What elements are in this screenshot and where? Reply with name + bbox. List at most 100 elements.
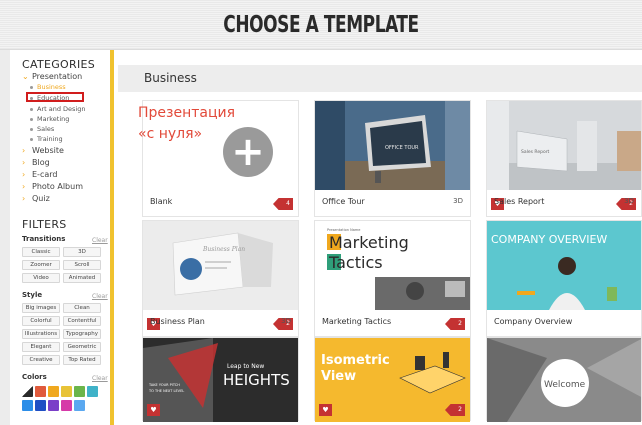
categories-title: CATEGORIES <box>22 58 96 71</box>
template-name: Sales Report <box>494 197 545 206</box>
chip-top-rated[interactable]: Top Rated <box>63 355 101 365</box>
template-card-marketing-tactics[interactable]: Presentation Name Marketing Tactics 2 Ma… <box>314 220 471 337</box>
color-swatch[interactable] <box>87 386 98 397</box>
company-overview-caption: COMPANY OVERVIEW <box>491 233 607 246</box>
plus-icon: + <box>223 127 273 177</box>
category-label: Presentation <box>32 72 83 81</box>
template-card-sales-report[interactable]: Sales Report ♥ 2 Sales Report 3D <box>486 100 642 217</box>
bullet-icon <box>30 137 33 141</box>
chip-typography[interactable]: Typography <box>63 329 101 339</box>
mt-line-2: Tactics <box>328 253 383 272</box>
template-mode: 3D <box>281 317 291 325</box>
category-ecard[interactable]: › E-card <box>22 170 57 179</box>
template-mode: 3D <box>453 197 463 205</box>
style-label: Style <box>22 291 43 299</box>
chip-geometric[interactable]: Geometric <box>63 342 101 352</box>
page-title: CHOOSE A TEMPLATE <box>223 12 419 38</box>
color-swatch[interactable] <box>22 400 33 411</box>
bullet-icon <box>30 107 33 111</box>
template-thumbnail: Welcome <box>487 338 641 422</box>
template-thumbnail: OFFICE TOUR <box>315 101 470 190</box>
slides-badge: 2 <box>445 318 465 330</box>
color-swatch[interactable] <box>74 386 85 397</box>
office-tour-caption: OFFICE TOUR <box>385 145 419 151</box>
subcategory-business[interactable]: Business <box>30 83 66 91</box>
chip-clean[interactable]: Clean <box>63 303 101 313</box>
color-swatch[interactable] <box>35 386 46 397</box>
category-photo-album[interactable]: › Photo Album <box>22 182 83 191</box>
color-swatch[interactable] <box>35 400 46 411</box>
filters-title: FILTERS <box>22 218 67 231</box>
heights-preview: Leap to New HEIGHTS TAKE YOUR PITCH TO T… <box>143 338 298 422</box>
chip-creative[interactable]: Creative <box>22 355 60 365</box>
category-website[interactable]: › Website <box>22 146 64 155</box>
business-plan-caption: Business Plan <box>202 246 245 253</box>
template-name: Company Overview <box>494 317 573 326</box>
chip-animated[interactable]: Animated <box>63 273 101 283</box>
subcategory-marketing[interactable]: Marketing <box>30 115 69 123</box>
color-swatch[interactable] <box>61 386 72 397</box>
company-overview-preview: COMPANY OVERVIEW <box>487 221 641 310</box>
chevron-right-icon: › <box>22 146 26 155</box>
chevron-down-icon: ⌄ <box>22 72 29 81</box>
template-card-heights[interactable]: Leap to New HEIGHTS TAKE YOUR PITCH TO T… <box>142 337 299 422</box>
chip-contentful[interactable]: Contentful <box>63 316 101 326</box>
template-thumbnail: Business Plan <box>143 221 298 310</box>
template-name: Blank <box>150 197 173 206</box>
heights-small: Leap to New <box>227 363 264 370</box>
chevron-right-icon: › <box>22 170 26 179</box>
template-gallery: Business + 4 Blank Презентация «с нуля» … <box>118 50 642 425</box>
bullet-icon <box>30 96 33 100</box>
chip-zoomer[interactable]: Zoomer <box>22 260 60 270</box>
category-blog[interactable]: › Blog <box>22 158 50 167</box>
transitions-clear-link[interactable]: Clear <box>92 237 108 244</box>
business-plan-preview: Business Plan <box>143 221 298 310</box>
subcategory-training[interactable]: Training <box>30 135 63 143</box>
subcategory-sales[interactable]: Sales <box>30 125 54 133</box>
chip-illustrations[interactable]: Illustrations <box>22 329 60 339</box>
chevron-right-icon: › <box>22 182 26 191</box>
welcome-caption: Welcome <box>544 380 586 390</box>
heights-tag-2: TO THE NEXT LEVEL <box>148 389 184 393</box>
style-clear-link[interactable]: Clear <box>92 293 108 300</box>
subcategory-art-and-design[interactable]: Art and Design <box>30 105 85 113</box>
color-swatch[interactable] <box>48 386 59 397</box>
sales-report-preview: Sales Report <box>487 101 641 190</box>
colors-clear-link[interactable]: Clear <box>92 375 108 382</box>
category-presentation[interactable]: ⌄ Presentation <box>22 72 82 81</box>
template-card-isometric-view[interactable]: Isometric View ♥ 2 <box>314 337 471 422</box>
color-swatch[interactable] <box>61 400 72 411</box>
slides-badge: 4 <box>273 198 293 210</box>
chip-big-images[interactable]: Big images <box>22 303 60 313</box>
chip-classic[interactable]: Classic <box>22 247 60 257</box>
template-card-business-plan[interactable]: Business Plan ♥ 2 Business Plan 3D <box>142 220 299 337</box>
chevron-right-icon: › <box>22 194 26 203</box>
isometric-line-2: View <box>321 369 356 384</box>
template-thumbnail: COMPANY OVERVIEW <box>487 221 641 310</box>
category-quiz[interactable]: › Quiz <box>22 194 50 203</box>
annotation-line-1: Презентация <box>138 105 236 121</box>
color-swatch[interactable] <box>48 400 59 411</box>
slides-badge-left: ♥ <box>147 404 160 416</box>
template-mode: 3D <box>624 197 634 205</box>
office-tour-preview: OFFICE TOUR <box>315 101 470 190</box>
subcategory-education[interactable]: Education <box>30 94 69 102</box>
template-thumbnail: Presentation Name Marketing Tactics <box>315 221 470 310</box>
color-swatch[interactable] <box>74 400 85 411</box>
section-header: Business <box>118 65 642 92</box>
chip-scroll[interactable]: Scroll <box>63 260 101 270</box>
heights-tag-1: TAKE YOUR PITCH <box>148 383 180 387</box>
template-name: Office Tour <box>322 197 365 206</box>
chip-3d[interactable]: 3D <box>63 247 101 257</box>
template-card-welcome[interactable]: Welcome <box>486 337 642 422</box>
sidebar: CATEGORIES ⌄ Presentation Business Educa… <box>10 50 114 425</box>
slides-badge-left: ♥ <box>319 404 332 416</box>
bullet-icon <box>30 117 33 121</box>
chip-video[interactable]: Video <box>22 273 60 283</box>
chip-elegant[interactable]: Elegant <box>22 342 60 352</box>
chip-colorful[interactable]: Colorful <box>22 316 60 326</box>
template-card-company-overview[interactable]: COMPANY OVERVIEW Company Overview <box>486 220 642 337</box>
bullet-icon <box>30 85 33 89</box>
template-card-office-tour[interactable]: OFFICE TOUR Office Tour 3D <box>314 100 471 217</box>
color-swatch[interactable] <box>22 386 33 397</box>
